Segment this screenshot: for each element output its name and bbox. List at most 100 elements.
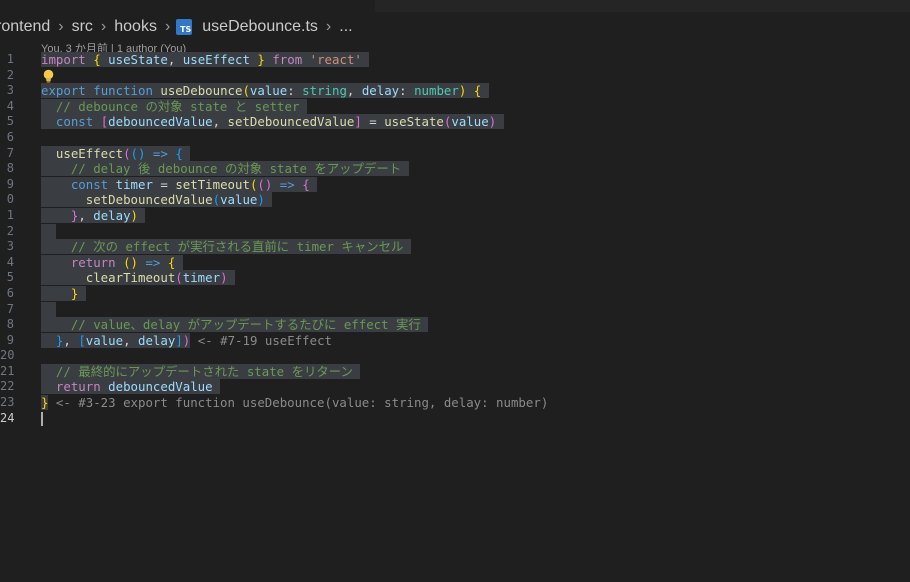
line-number: 22 [0,379,15,394]
breadcrumb-item-file[interactable]: useDebounce.ts [200,18,320,36]
code-token: // 次の effect が実行される直前に timer キャンセル [70,239,411,255]
selection-highlight: clearTimeout(timer) [41,270,236,286]
code-token: number [414,83,459,99]
code-line[interactable]: setDebouncedValue(value) [41,192,910,208]
code-line[interactable]: // 次の effect が実行される直前に timer キャンセル [41,239,910,255]
code-line[interactable]: // 最終的にアップデートされた state をリターン [41,363,910,380]
code-token: return [70,254,116,270]
tab-strip [0,0,910,12]
chevron-right-icon: › [325,18,332,35]
code-line[interactable] [41,411,910,427]
line-number: 23 [0,395,15,410]
breadcrumb-ellipsis[interactable]: ... [337,18,352,36]
code-line[interactable] [41,68,910,84]
code-token: function [93,83,153,99]
code-token: ( [242,83,250,99]
line-number: 9 [6,332,14,347]
code-token: { [93,52,101,67]
code-token: 'react' [309,52,362,67]
bracket-scope-hint: <- #3-23 export function useDebounce(val… [48,395,549,411]
code-token: ) [220,270,228,286]
code-token: : [287,83,303,99]
code-token: { [175,145,183,161]
selection-highlight: // 次の effect が実行される直前に timer キャンセル [41,239,411,255]
code-token: value [220,192,258,208]
code-line[interactable] [41,301,910,318]
code-token: => [279,176,295,192]
code-token: = [361,114,385,130]
code-token: { [302,176,310,192]
code-token: setDebouncedValue [227,114,355,130]
code-editor[interactable]: import { useState, useEffect } from 'rea… [41,52,910,426]
breadcrumb-item-hooks[interactable]: hooks [112,18,159,36]
code-token: delay [361,83,400,99]
code-token: useState [108,52,168,67]
code-line[interactable] [41,348,910,364]
code-line[interactable] [41,130,910,146]
code-line[interactable]: // debounce の対象 state と setter [41,98,910,115]
code-token: () [257,176,273,192]
chevron-right-icon: › [58,18,64,35]
selection-highlight: setDebouncedValue(value) [41,192,273,208]
code-line[interactable]: // value、delay がアップデートするたびに effect 実行 [41,317,910,333]
code-token: from [272,52,303,67]
line-number: 4 [6,254,14,269]
code-token: , [123,332,139,348]
code-token: ) [257,192,265,208]
code-token: value [85,332,124,348]
code-token: , [78,207,94,223]
code-line[interactable]: } <- #3-23 export function useDebounce(v… [41,395,910,411]
line-number: 5 [6,270,14,285]
code-line[interactable]: } [41,285,910,302]
code-token: : [399,83,415,99]
selection-highlight: return debouncedValue [41,379,221,395]
code-line[interactable]: export function useDebounce(value: strin… [41,83,910,99]
active-tab[interactable] [0,0,375,12]
selection-highlight: // delay 後 debounce の対象 state をアップデート [41,161,409,177]
selection-highlight: // 最終的にアップデートされた state をリターン [41,363,361,379]
selection-highlight: return () => { [41,254,183,270]
breadcrumb-item-frontend[interactable]: rontend [0,18,52,36]
code-line[interactable]: }, [value, delay]) <- #7-19 useEffect [41,332,910,349]
typescript-file-icon: TS [176,19,193,35]
code-line[interactable]: const timer = setTimeout(() => { [41,176,910,193]
code-token: value [249,83,288,99]
code-line[interactable]: return debouncedValue [41,379,910,395]
line-number: 20 [0,348,15,363]
selection-highlight: }, [value, delay]) [41,332,191,348]
code-line[interactable]: import { useState, useEffect } from 'rea… [41,52,910,68]
code-token: ) [130,207,139,223]
bracket-scope-hint: <- #7-19 useEffect [190,332,333,348]
code-token: setTimeout [175,176,250,192]
code-line[interactable] [41,223,910,240]
code-line[interactable]: const [debouncedValue, setDebouncedValue… [41,114,910,130]
code-token: ( [175,270,183,286]
code-token: = [152,176,176,192]
code-token: useState [384,114,444,130]
code-line[interactable]: useEffect(() => { [41,145,910,162]
code-token: export [41,83,86,99]
code-line[interactable]: clearTimeout(timer) [41,270,910,286]
code-line[interactable]: // delay 後 debounce の対象 state をアップデート [41,161,910,177]
code-line[interactable]: return () => { [41,254,910,271]
breadcrumb-item-src[interactable]: src [70,18,95,36]
code-token: , [167,52,183,67]
code-line[interactable]: }, delay) [41,207,910,224]
lightbulb-icon[interactable] [42,69,55,83]
line-number: 8 [6,161,14,176]
